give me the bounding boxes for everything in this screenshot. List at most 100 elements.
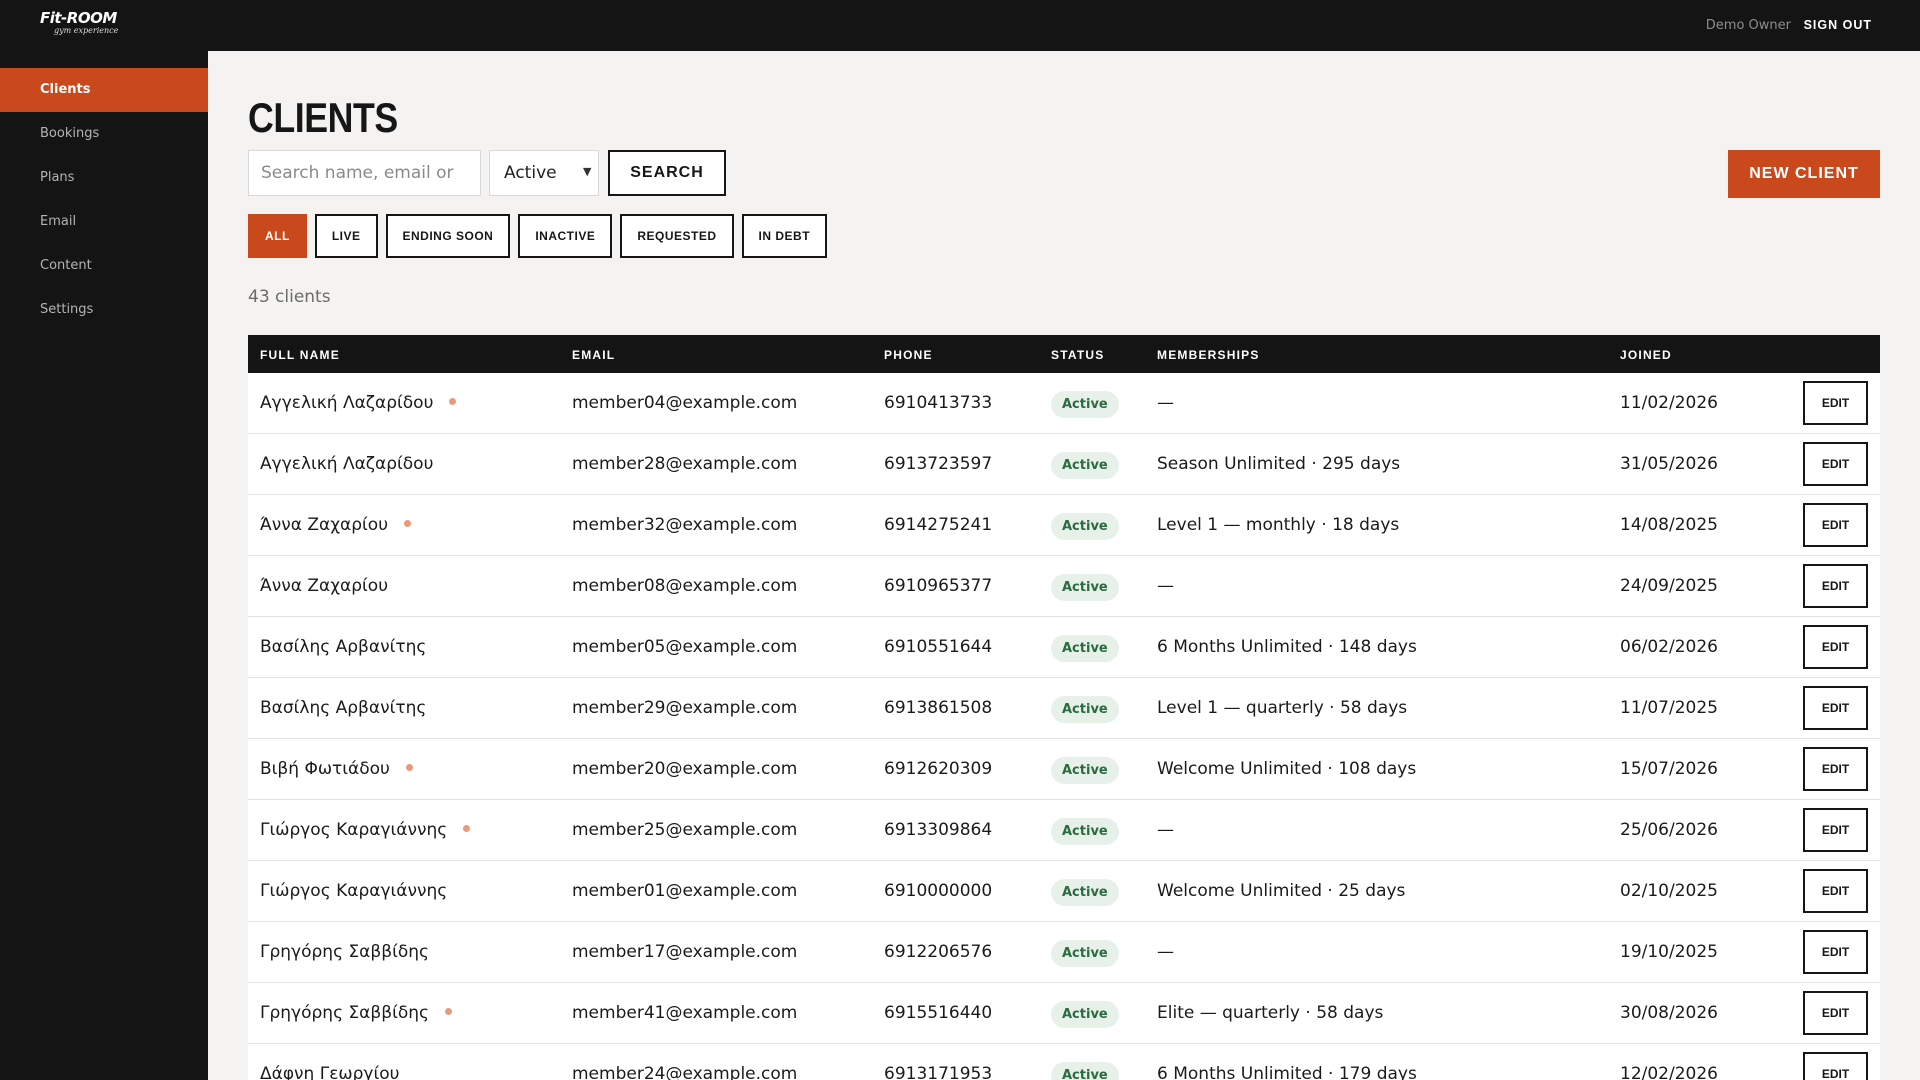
flag-dot-icon	[404, 519, 412, 527]
edit-button[interactable]: EDIT	[1803, 1052, 1868, 1080]
client-membership: Season Unlimited · 295 days	[1157, 454, 1401, 474]
column-header-memberships[interactable]: MEMBERSHIPS	[1157, 348, 1260, 362]
logo-tagline: gym experience	[54, 26, 119, 35]
status-badge: Active	[1051, 1001, 1119, 1028]
search-input[interactable]	[248, 150, 481, 196]
edit-button[interactable]: EDIT	[1803, 442, 1868, 486]
client-membership: 6 Months Unlimited · 148 days	[1157, 637, 1417, 657]
status-badge: Active	[1051, 696, 1119, 723]
table-row[interactable]: Βασίλης Αρβανίτης member29@example.com 691…	[248, 678, 1880, 739]
sidebar-item-email[interactable]: Email	[0, 200, 208, 244]
client-name: Αγγελική Λαζαρίδου	[260, 454, 434, 474]
edit-button[interactable]: EDIT	[1803, 686, 1868, 730]
table-body: Αγγελική Λαζαρίδου member04@example.com 69…	[248, 373, 1880, 1080]
filter-chips: ALL LIVE ENDING SOON INACTIVE REQUESTED …	[248, 214, 828, 258]
column-header-full-name[interactable]: FULL NAME	[260, 348, 340, 362]
client-membership: Welcome Unlimited · 25 days	[1157, 881, 1406, 901]
client-name-cell[interactable]: Γρηγόρης Σαββίδης	[260, 1003, 452, 1023]
table-row[interactable]: Βασίλης Αρβανίτης member05@example.com 691…	[248, 617, 1880, 678]
filter-inactive[interactable]: INACTIVE	[518, 214, 613, 258]
client-name-cell[interactable]: Άννα Ζαχαρίου	[260, 515, 412, 535]
table-row[interactable]: Άννα Ζαχαρίου member32@example.com 6914275…	[248, 495, 1880, 556]
client-name: Βασίλης Αρβανίτης	[260, 698, 427, 718]
status-badge: Active	[1051, 513, 1119, 540]
client-joined-date: 11/02/2026	[1620, 393, 1718, 413]
filter-requested[interactable]: REQUESTED	[620, 214, 734, 258]
client-email: member17@example.com	[572, 942, 798, 962]
search-button[interactable]: SEARCH	[608, 150, 726, 196]
edit-button[interactable]: EDIT	[1803, 808, 1868, 852]
filter-live[interactable]: LIVE	[314, 214, 378, 258]
filter-ending-soon[interactable]: ENDING SOON	[385, 214, 511, 258]
table-row[interactable]: Άννα Ζαχαρίου member08@example.com 6910965…	[248, 556, 1880, 617]
client-name: Γιώργος Καραγιάννης	[260, 820, 448, 840]
sidebar-item-plans[interactable]: Plans	[0, 156, 208, 200]
edit-button[interactable]: EDIT	[1803, 930, 1868, 974]
client-name-cell[interactable]: Γιώργος Καραγιάννης	[260, 881, 447, 901]
table-row[interactable]: Γιώργος Καραγιάννης member01@example.com 6…	[248, 861, 1880, 922]
edit-button[interactable]: EDIT	[1803, 564, 1868, 608]
client-name-cell[interactable]: Δάφνη Γεωργίου	[260, 1064, 399, 1080]
edit-button[interactable]: EDIT	[1803, 991, 1868, 1035]
sign-out-link[interactable]: SIGN OUT	[1804, 18, 1872, 32]
column-header-phone[interactable]: PHONE	[884, 348, 933, 362]
column-header-email[interactable]: EMAIL	[572, 348, 615, 362]
top-bar: Fit-ROOM gym experience Demo Owner SIGN …	[0, 0, 1920, 51]
sidebar-item-content[interactable]: Content	[0, 244, 208, 288]
status-badge: Active	[1051, 818, 1119, 845]
client-membership: 6 Months Unlimited · 179 days	[1157, 1064, 1417, 1080]
client-name-cell[interactable]: Γιώργος Καραγιάννης	[260, 820, 471, 840]
client-membership: —	[1157, 820, 1174, 840]
table-header: FULL NAME EMAIL PHONE STATUS MEMBERSHIPS…	[248, 335, 1880, 373]
edit-button[interactable]: EDIT	[1803, 503, 1868, 547]
column-header-status[interactable]: STATUS	[1051, 348, 1104, 362]
client-phone: 6913861508	[884, 698, 993, 718]
table-row[interactable]: Αγγελική Λαζαρίδου member28@example.com 69…	[248, 434, 1880, 495]
client-joined-date: 25/06/2026	[1620, 820, 1718, 840]
client-joined-date: 11/07/2025	[1620, 698, 1718, 718]
table-row[interactable]: Γρηγόρης Σαββίδης member17@example.com 691…	[248, 922, 1880, 983]
client-name: Άννα Ζαχαρίου	[260, 576, 389, 596]
client-email: member05@example.com	[572, 637, 798, 657]
status-badge: Active	[1051, 879, 1119, 906]
flag-dot-icon	[449, 397, 457, 405]
edit-button[interactable]: EDIT	[1803, 381, 1868, 425]
table-row[interactable]: Γρηγόρης Σαββίδης member41@example.com 691…	[248, 983, 1880, 1044]
edit-button[interactable]: EDIT	[1803, 625, 1868, 669]
status-badge: Active	[1051, 391, 1119, 418]
client-joined-date: 24/09/2025	[1620, 576, 1718, 596]
client-email: member29@example.com	[572, 698, 798, 718]
flag-dot-icon	[463, 824, 471, 832]
client-name-cell[interactable]: Γρηγόρης Σαββίδης	[260, 942, 429, 962]
client-name-cell[interactable]: Αγγελική Λαζαρίδου	[260, 393, 457, 413]
client-email: member41@example.com	[572, 1003, 798, 1023]
client-phone: 6914275241	[884, 515, 993, 535]
edit-button[interactable]: EDIT	[1803, 869, 1868, 913]
client-name-cell[interactable]: Βασίλης Αρβανίτης	[260, 637, 426, 657]
client-name-cell[interactable]: Άννα Ζαχαρίου	[260, 576, 388, 596]
flag-dot-icon	[405, 763, 413, 771]
client-name-cell[interactable]: Βασίλης Αρβανίτης	[260, 698, 426, 718]
client-email: member28@example.com	[572, 454, 798, 474]
client-joined-date: 14/08/2025	[1620, 515, 1718, 535]
table-row[interactable]: Γιώργος Καραγιάννης member25@example.com 6…	[248, 800, 1880, 861]
new-client-button[interactable]: NEW CLIENT	[1728, 150, 1880, 198]
client-name-cell[interactable]: Βιβή Φωτιάδου	[260, 759, 413, 779]
table-row[interactable]: Αγγελική Λαζαρίδου member04@example.com 69…	[248, 373, 1880, 434]
status-filter-select[interactable]: Active	[489, 150, 599, 196]
client-email: member04@example.com	[572, 393, 798, 413]
sidebar-item-clients[interactable]: Clients	[0, 68, 208, 112]
filter-in-debt[interactable]: IN DEBT	[741, 214, 828, 258]
app-logo[interactable]: Fit-ROOM gym experience	[40, 10, 118, 36]
filter-all[interactable]: ALL	[248, 214, 307, 258]
sidebar-item-bookings[interactable]: Bookings	[0, 112, 208, 156]
table-row[interactable]: Βιβή Φωτιάδου member20@example.com 6912620…	[248, 739, 1880, 800]
edit-button[interactable]: EDIT	[1803, 747, 1868, 791]
client-name: Αγγελική Λαζαρίδου	[260, 393, 434, 413]
client-name-cell[interactable]: Αγγελική Λαζαρίδου	[260, 454, 433, 474]
column-header-joined[interactable]: JOINED	[1620, 348, 1672, 362]
client-phone: 6915516440	[884, 1003, 993, 1023]
client-phone: 6912620309	[884, 759, 993, 779]
table-row[interactable]: Δάφνη Γεωργίου member24@example.com 691317…	[248, 1044, 1880, 1080]
sidebar-item-settings[interactable]: Settings	[0, 288, 208, 332]
